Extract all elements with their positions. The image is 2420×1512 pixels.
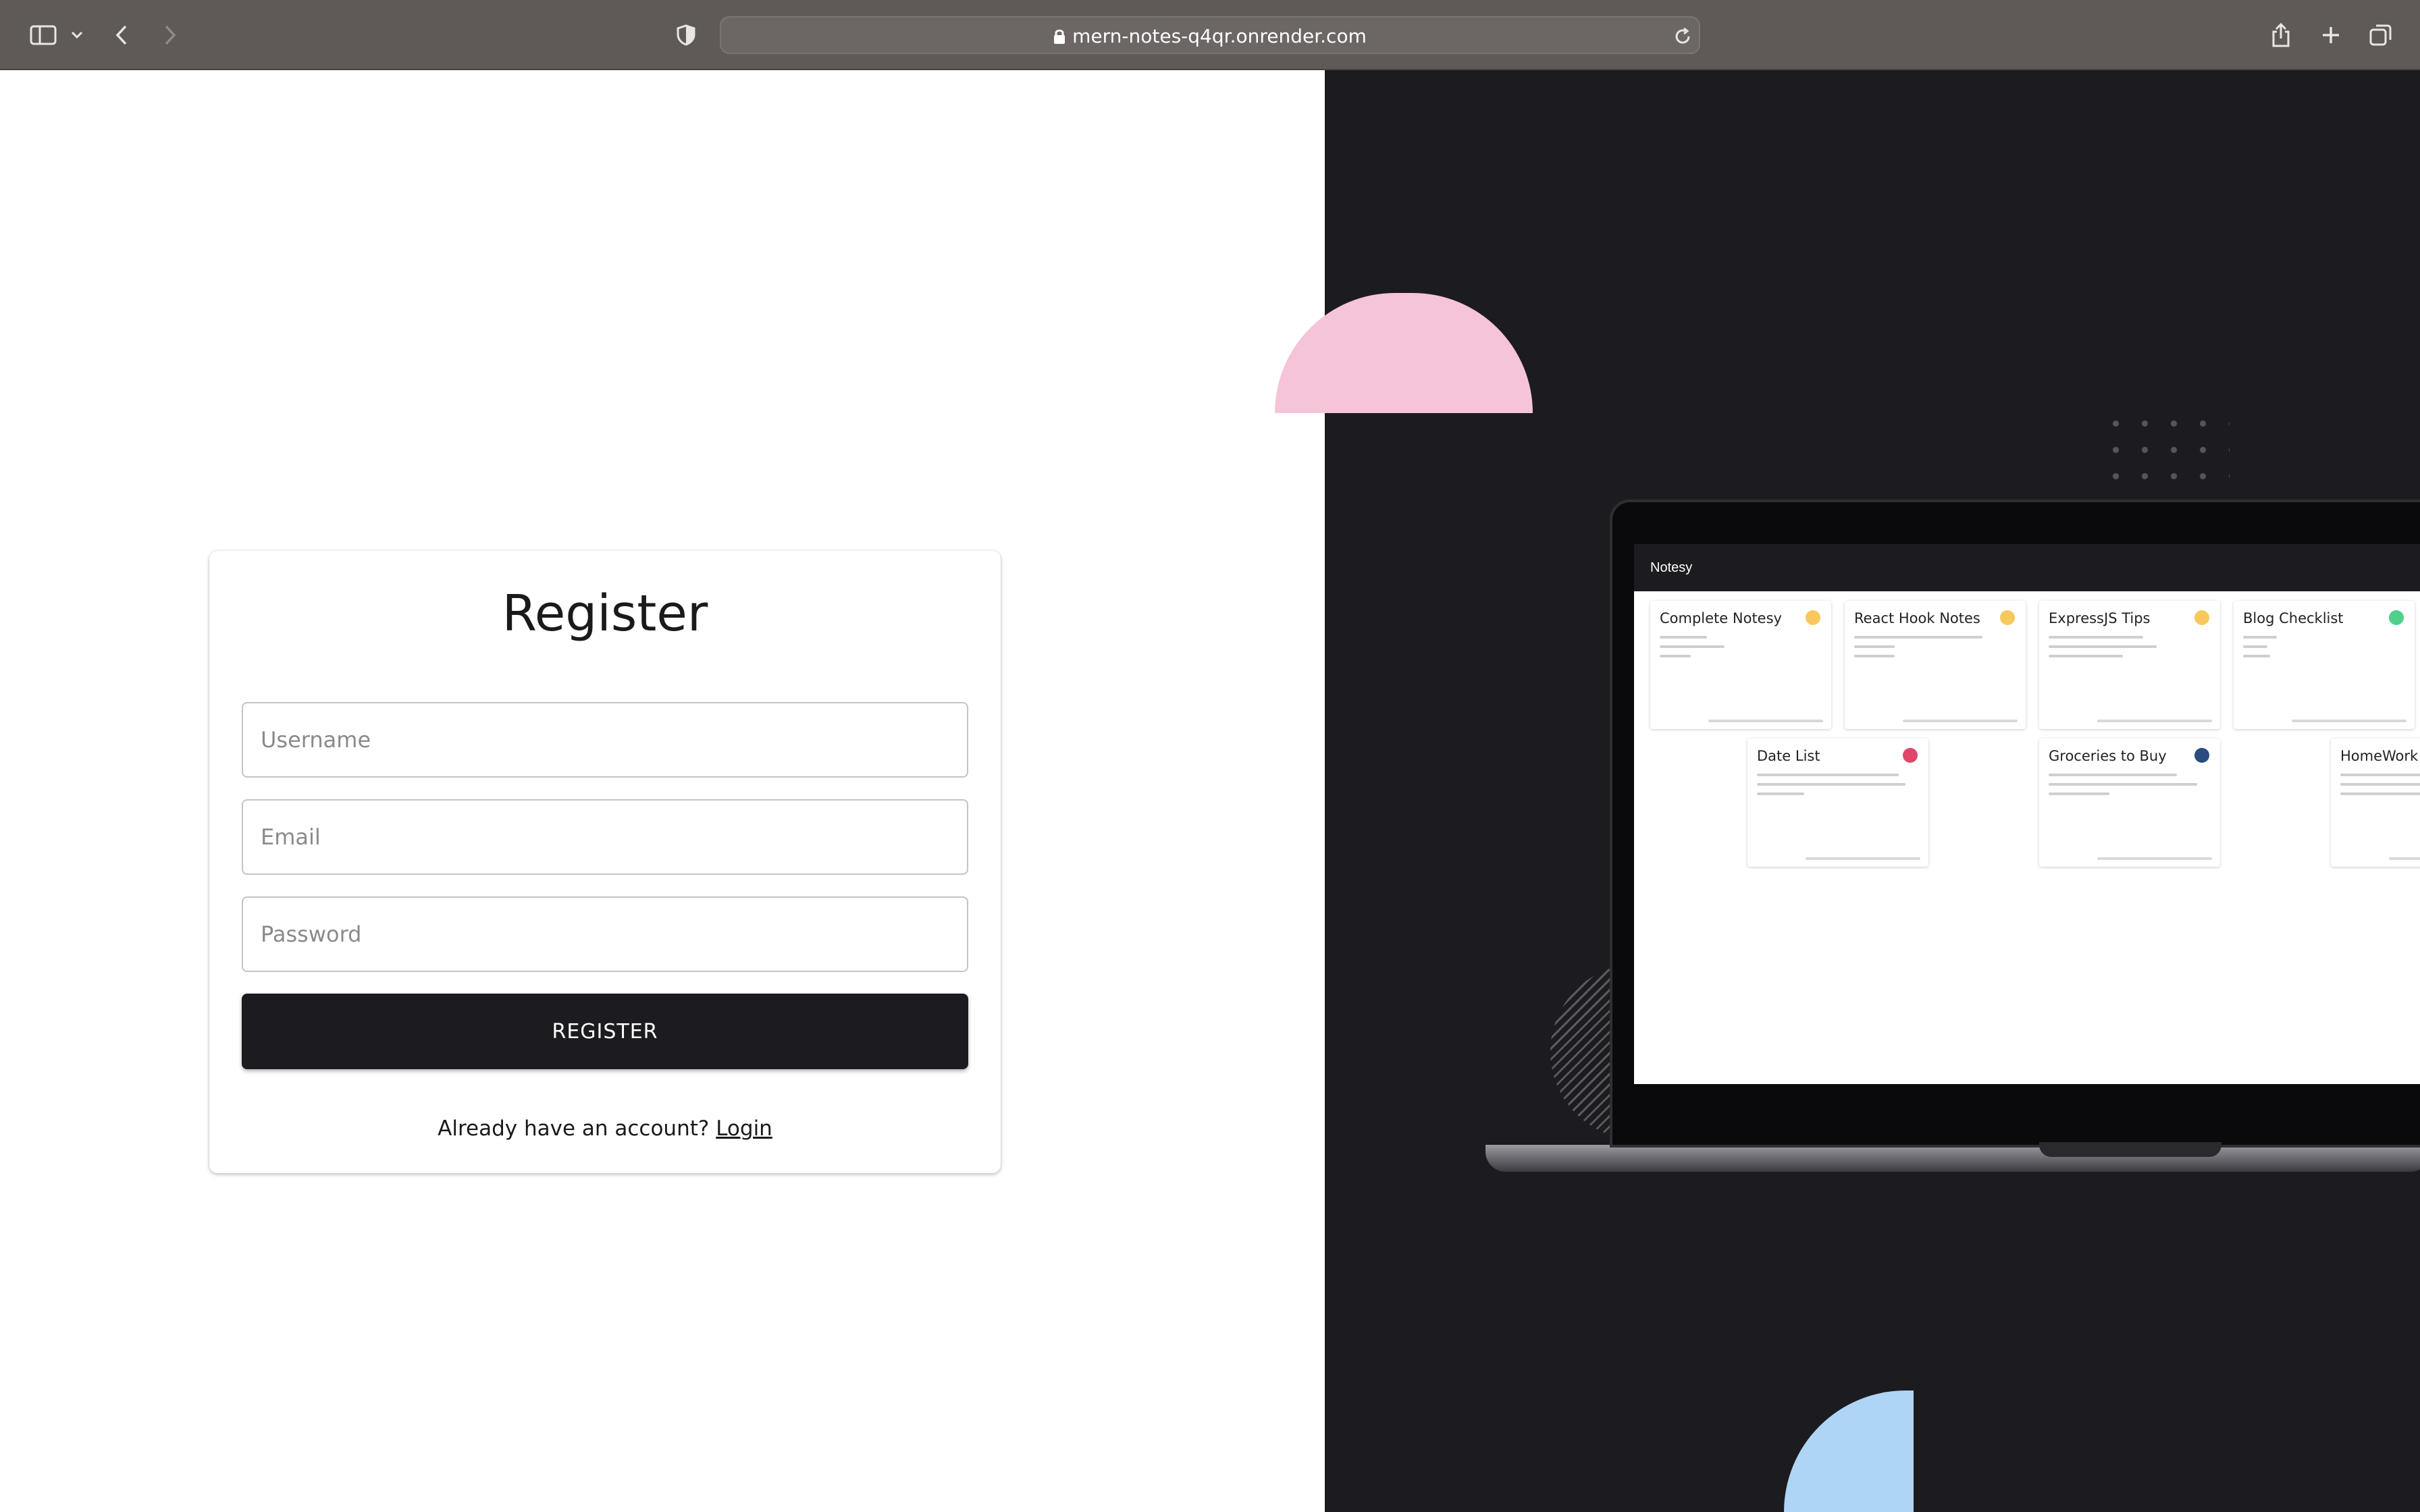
note-color-dot bbox=[2194, 610, 2209, 625]
note-date-line bbox=[1806, 857, 1920, 860]
note-text-line bbox=[2049, 774, 2177, 776]
note-date-line bbox=[2389, 857, 2420, 860]
note-color-dot bbox=[1806, 610, 1820, 625]
preview-note-card: HomeWork bbox=[2331, 738, 2420, 867]
note-date-line bbox=[2097, 857, 2212, 860]
reload-icon[interactable] bbox=[1669, 18, 1696, 55]
address-bar[interactable]: mern-notes-q4qr.onrender.com bbox=[720, 16, 1700, 54]
preview-note-title: Complete Notesy bbox=[1660, 610, 1782, 626]
note-text-line bbox=[1854, 636, 1982, 639]
note-text-line bbox=[1854, 645, 1895, 648]
preview-note-card: React Hook Notes bbox=[1845, 601, 2026, 729]
share-icon[interactable] bbox=[2267, 16, 2294, 54]
note-text-line bbox=[2243, 636, 2277, 639]
tabs-overview-icon[interactable] bbox=[2367, 16, 2394, 54]
email-input[interactable] bbox=[242, 799, 968, 875]
back-icon[interactable] bbox=[108, 16, 135, 54]
preview-note-title: React Hook Notes bbox=[1854, 610, 1980, 626]
note-text-line bbox=[1660, 655, 1691, 657]
register-card: Register REGISTER Already have an accoun… bbox=[209, 551, 1001, 1173]
preview-note-card: Complete Notesy bbox=[1650, 601, 1831, 729]
login-prompt-text: Already have an account? bbox=[438, 1116, 710, 1141]
preview-note-card: Date List bbox=[1747, 738, 1928, 867]
login-prompt: Already have an account? Login bbox=[209, 1116, 1001, 1141]
preview-note-card: Groceries to Buy bbox=[2039, 738, 2220, 867]
preview-app-bar: Notesy bbox=[1634, 544, 2420, 591]
note-text-line bbox=[2049, 783, 2197, 786]
note-text-line bbox=[2340, 774, 2420, 776]
username-input[interactable] bbox=[242, 702, 968, 778]
preview-note-title: Date List bbox=[1757, 748, 1820, 764]
note-date-line bbox=[1708, 720, 1823, 722]
note-text-line bbox=[2340, 783, 2420, 786]
note-text-line bbox=[2243, 645, 2267, 648]
password-input[interactable] bbox=[242, 896, 968, 972]
note-date-line bbox=[2097, 720, 2212, 722]
url-label: mern-notes-q4qr.onrender.com bbox=[1072, 25, 1367, 47]
note-date-line bbox=[1903, 720, 2018, 722]
sidebar-icon[interactable] bbox=[24, 16, 62, 54]
preview-note-title: Groceries to Buy bbox=[2049, 748, 2167, 764]
note-text-line bbox=[2243, 655, 2270, 657]
note-text-line bbox=[2049, 636, 2143, 639]
register-button[interactable]: REGISTER bbox=[242, 994, 968, 1069]
laptop-screen-preview: Notesy Complete Notesy React Hook Notes … bbox=[1634, 544, 2420, 1084]
laptop-base bbox=[1485, 1145, 2420, 1172]
browser-toolbar: mern-notes-q4qr.onrender.com bbox=[0, 0, 2420, 70]
note-color-dot bbox=[2389, 610, 2404, 625]
note-text-line bbox=[1757, 783, 1905, 786]
note-date-line bbox=[2292, 720, 2406, 722]
register-panel: Register REGISTER Already have an accoun… bbox=[0, 70, 1325, 1512]
register-title: Register bbox=[502, 585, 708, 643]
login-link[interactable]: Login bbox=[716, 1116, 772, 1141]
note-text-line bbox=[1854, 655, 1895, 657]
shield-icon[interactable] bbox=[673, 16, 700, 54]
laptop-notch bbox=[2039, 1142, 2221, 1157]
note-text-line bbox=[1757, 774, 1899, 776]
preview-note-card: ExpressJS Tips bbox=[2039, 601, 2220, 729]
note-color-dot bbox=[1903, 748, 1918, 763]
note-text-line bbox=[1660, 645, 1725, 648]
note-color-dot bbox=[2000, 610, 2015, 625]
dot-grid-decoration bbox=[2101, 410, 2230, 498]
preview-note-title: HomeWork bbox=[2340, 748, 2419, 764]
preview-note-title: Blog Checklist bbox=[2243, 610, 2344, 626]
new-tab-icon[interactable] bbox=[2317, 16, 2344, 54]
chevron-down-icon[interactable] bbox=[68, 16, 86, 54]
note-text-line bbox=[2049, 655, 2123, 657]
note-text-line bbox=[2049, 645, 2157, 648]
note-text-line bbox=[2340, 792, 2420, 795]
note-text-line bbox=[1757, 792, 1804, 795]
note-text-line bbox=[1660, 636, 1707, 639]
note-text-line bbox=[2049, 792, 2109, 795]
url-text[interactable]: mern-notes-q4qr.onrender.com bbox=[721, 18, 1699, 55]
preview-note-title: ExpressJS Tips bbox=[2049, 610, 2151, 626]
lock-icon bbox=[1054, 29, 1066, 44]
preview-note-card: Blog Checklist bbox=[2234, 601, 2415, 729]
note-color-dot bbox=[2194, 748, 2209, 763]
forward-icon[interactable] bbox=[157, 16, 184, 54]
